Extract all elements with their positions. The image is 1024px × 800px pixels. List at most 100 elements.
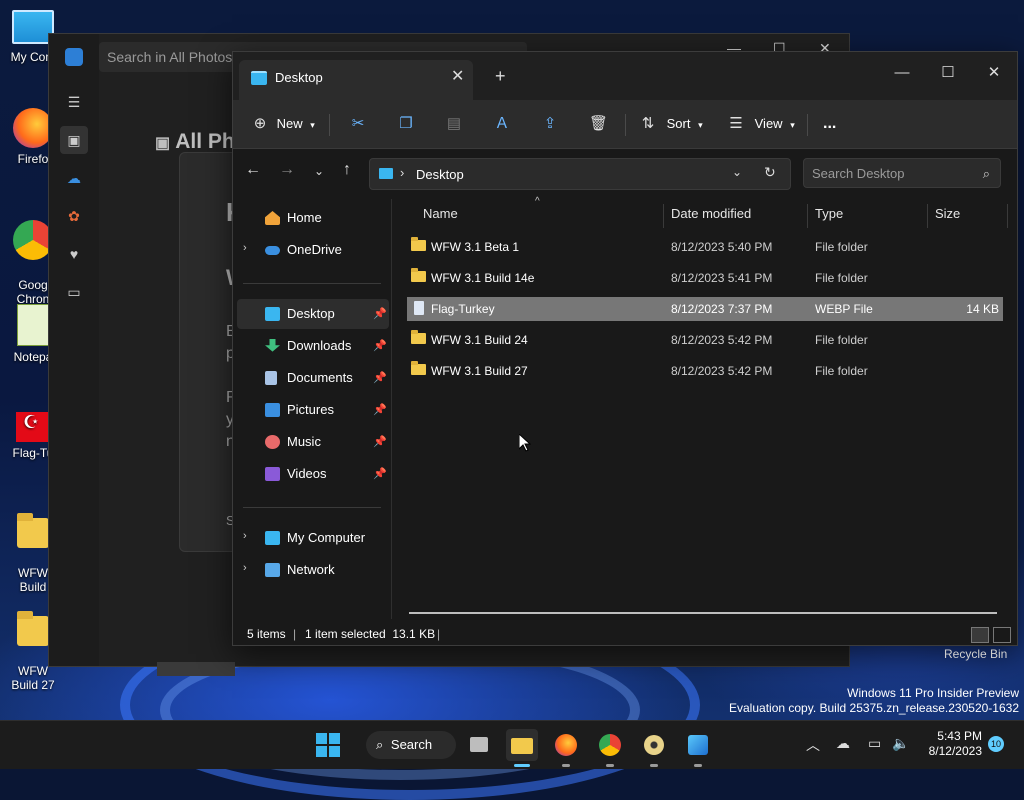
folders-icon[interactable]: ▭ [60,278,88,306]
sidebar-item-downloads[interactable]: Downloads 📌 [233,331,389,361]
onedrive-tray-icon[interactable]: ☁ [836,735,850,752]
large-icons-view-button[interactable] [993,627,1011,643]
onedrive-icon[interactable]: ☁ [60,164,88,192]
photos-nav-rail: ☰ ▣ ☁ ✿ ♥ ▭ [49,34,99,666]
cut-button[interactable]: ✂ [349,112,367,136]
new-button[interactable]: ⊕ New ▾ [251,112,315,136]
pin-icon[interactable]: 📌 [373,467,387,480]
pin-icon[interactable]: 📌 [373,307,387,320]
sidebar-item-home[interactable]: Home [233,203,389,233]
new-tab-button[interactable]: + [495,66,506,87]
back-button[interactable]: ← [241,161,265,179]
search-input[interactable]: Search Desktop ⌕ [803,158,1001,188]
minimize-button[interactable]: — [879,58,925,88]
column-header-size[interactable]: Size [935,206,960,221]
file-row[interactable]: WFW 3.1 Build 14e 8/12/2023 5:41 PM File… [407,266,1003,290]
sidebar-item-label: Videos [287,466,327,481]
pin-icon[interactable]: 📌 [373,339,387,352]
folder-icon [411,361,426,375]
start-button[interactable] [312,729,344,761]
horizontal-scrollbar[interactable] [409,612,997,614]
gallery-icon[interactable]: ▣ [60,126,88,154]
share-button[interactable]: ⇪ [541,112,559,136]
file-row[interactable]: WFW 3.1 Build 27 8/12/2023 5:42 PM File … [407,359,1003,383]
chrome-icon [599,734,621,756]
file-row[interactable]: WFW 3.1 Build 24 8/12/2023 5:42 PM File … [407,328,1003,352]
clock[interactable]: 5:43 PM 8/12/2023 [916,729,982,759]
chevron-right-icon[interactable]: › [243,562,247,574]
sidebar-item-videos[interactable]: Videos 📌 [233,459,389,489]
taskbar-media-player[interactable] [638,729,670,767]
chevron-right-icon[interactable]: › [243,530,247,542]
column-header-name[interactable]: Name [423,206,458,221]
view-button[interactable]: ☰ View ▾ [727,112,795,136]
column-header-type[interactable]: Type [815,206,843,221]
navigation-pane: Home › OneDrive Desktop 📌 Downloads 📌 Do… [233,199,392,619]
file-explorer-window[interactable]: Desktop ✕ + — ☐ ✕ ⊕ New ▾ ✂ ❐ ▤ Ａ ⇪ 🗑 ⇅ … [232,51,1018,646]
tab-desktop[interactable]: Desktop ✕ [239,60,473,100]
photos-icon [688,735,708,755]
notification-badge[interactable]: 10 [988,736,1004,752]
up-button[interactable]: ↑ [335,161,359,179]
sidebar-item-my-computer[interactable]: › My Computer [233,523,389,553]
photos-bottom-tab [157,662,235,676]
icloud-icon[interactable]: ✿ [60,202,88,230]
column-divider[interactable] [927,204,928,228]
sidebar-item-onedrive[interactable]: › OneDrive [233,235,389,265]
rename-button[interactable]: Ａ [493,112,511,136]
taskbar-search-button[interactable]: ⌕ Search [366,731,456,759]
column-divider[interactable] [807,204,808,228]
chevron-right-icon[interactable]: › [243,242,247,254]
delete-button[interactable]: 🗑 [589,112,609,136]
pin-icon[interactable]: 📌 [373,371,387,384]
column-divider[interactable] [1007,204,1008,228]
taskbar-firefox[interactable] [550,729,582,767]
network-tray-icon[interactable]: ▭ [868,735,881,752]
clipboard-icon: ▤ [446,115,462,132]
close-tab-button[interactable]: ✕ [451,66,464,86]
navigation-bar: ← → ⌄ ↑ › Desktop ⌄ ↻ Search Desktop ⌕ [233,149,1017,199]
address-bar[interactable]: › Desktop ⌄ ↻ [369,158,791,190]
sidebar-item-music[interactable]: Music 📌 [233,427,389,457]
more-options-button[interactable]: ... [823,112,836,136]
file-row-selected[interactable]: Flag-Turkey 8/12/2023 7:37 PM WEBP File … [407,297,1003,321]
task-view-button[interactable] [464,729,496,761]
refresh-button[interactable]: ↻ [764,164,776,181]
recycle-bin-label[interactable]: Recycle Bin [944,647,1007,661]
trash-icon: 🗑 [589,115,609,132]
chevron-down-icon: ▾ [790,120,795,130]
close-button[interactable]: ✕ [971,58,1017,88]
file-row[interactable]: WFW 3.1 Beta 1 8/12/2023 5:40 PM File fo… [407,235,1003,259]
address-history-dropdown[interactable]: ⌄ [732,165,742,179]
taskbar-photos[interactable] [682,729,714,767]
sidebar-item-pictures[interactable]: Pictures 📌 [233,395,389,425]
volume-tray-icon[interactable]: 🔈 [892,735,909,752]
sidebar-item-network[interactable]: › Network [233,555,389,585]
menu-icon[interactable]: ☰ [60,88,88,116]
toolbar-divider [807,114,808,136]
sidebar-item-desktop[interactable]: Desktop 📌 [237,299,389,329]
column-header-date[interactable]: Date modified [671,206,751,221]
sort-icon: ⇅ [641,115,655,132]
new-label: New [276,116,303,131]
paste-button[interactable]: ▤ [445,112,463,136]
column-divider[interactable] [663,204,664,228]
recent-locations-button[interactable]: ⌄ [307,164,331,178]
file-type: File folder [815,364,868,378]
copy-button[interactable]: ❐ [397,112,415,136]
pin-icon[interactable]: 📌 [373,435,387,448]
sidebar-item-label: OneDrive [287,242,342,257]
taskbar-chrome[interactable] [594,729,626,767]
sidebar-item-documents[interactable]: Documents 📌 [233,363,389,393]
address-breadcrumb[interactable]: Desktop [416,167,464,182]
sort-button[interactable]: ⇅ Sort ▾ [639,112,703,136]
maximize-button[interactable]: ☐ [925,58,971,88]
taskbar-file-explorer[interactable] [506,729,538,767]
show-hidden-icons-button[interactable]: ︿ [806,735,820,755]
folder-icon [411,330,426,344]
onedrive-icon [265,246,280,255]
pin-icon[interactable]: 📌 [373,403,387,416]
favorites-icon[interactable]: ♥ [60,240,88,268]
details-view-button[interactable] [971,627,989,643]
forward-button[interactable]: → [275,161,299,179]
